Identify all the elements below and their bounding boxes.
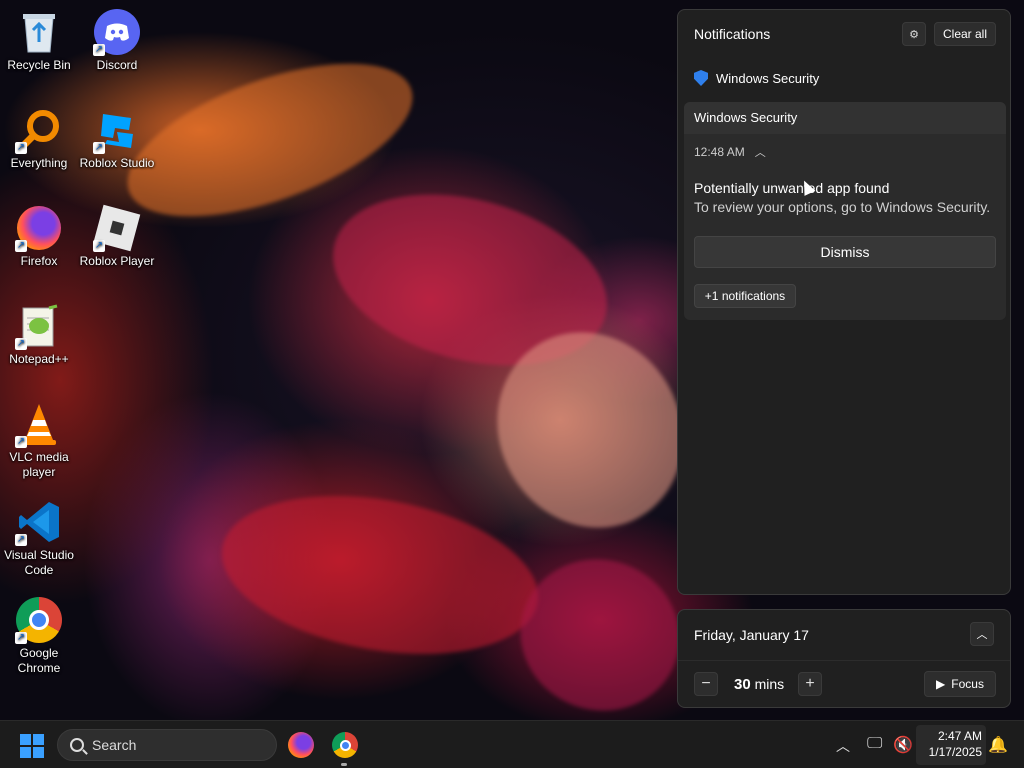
- calendar-date: Friday, January 17: [694, 627, 809, 643]
- desktop-icon-label: Firefox: [20, 254, 58, 268]
- notification-title: Potentially unwanted app found: [694, 180, 890, 196]
- search-icon: [70, 738, 84, 752]
- shortcut-arrow-icon: ↗: [93, 44, 105, 56]
- desktop-icon-label: Roblox Player: [79, 254, 155, 268]
- divider: [678, 660, 1010, 661]
- desktop-icon-label: Recycle Bin: [7, 58, 71, 72]
- windows-logo-icon: [20, 734, 31, 745]
- desktop-icon-everything[interactable]: ↗ Everything: [0, 106, 78, 171]
- show-hidden-icons-chevron-icon[interactable]: ︿: [836, 736, 850, 756]
- clear-all-button[interactable]: Clear all: [934, 22, 996, 46]
- desktop-icon-label: Visual Studio Code: [4, 548, 74, 577]
- desktop-icon-label: VLC media player: [9, 450, 69, 479]
- everything-search-icon: ↗: [15, 106, 63, 154]
- clock-time: 2:47 AM: [937, 729, 982, 743]
- notification-time-row: 12:48 AM ︿: [694, 144, 766, 160]
- roblox-studio-icon: ↗: [93, 106, 141, 154]
- start-button[interactable]: [20, 734, 44, 758]
- focus-button[interactable]: ▶ Focus: [924, 671, 996, 697]
- shortcut-arrow-icon: ↗: [15, 240, 27, 252]
- vlc-cone-icon: ↗: [15, 400, 63, 448]
- notification-bell-icon[interactable]: 🔔: [988, 735, 1008, 755]
- focus-button-label: Focus: [951, 677, 984, 691]
- chrome-center: [339, 739, 351, 751]
- discord-icon: ↗: [93, 8, 141, 56]
- volume-muted-icon[interactable]: 🔇: [893, 735, 913, 755]
- dismiss-button[interactable]: Dismiss: [694, 236, 996, 268]
- windows-logo-icon: [33, 734, 44, 745]
- notification-settings-icon: ⚙: [909, 28, 919, 41]
- shortcut-arrow-icon: ↗: [93, 142, 105, 154]
- desktop-icon-roblox-studio[interactable]: ↗ Roblox Studio: [78, 106, 156, 171]
- shortcut-arrow-icon: ↗: [93, 240, 105, 252]
- taskbar-firefox-icon[interactable]: [288, 732, 314, 758]
- notification-app-group: Windows Security: [694, 70, 819, 86]
- search-label: Search: [92, 737, 137, 753]
- desktop-icon-recycle-bin[interactable]: Recycle Bin: [0, 8, 78, 73]
- notifications-title: Notifications: [694, 26, 771, 42]
- focus-duration-value: 30: [734, 676, 751, 693]
- desktop-icon-label: Notepad++: [9, 352, 69, 366]
- desktop-icon-vlc[interactable]: ↗ VLC media player: [0, 400, 78, 480]
- notification-time: 12:48 AM: [694, 145, 745, 159]
- shortcut-arrow-icon: ↗: [15, 142, 27, 154]
- notification-settings-button[interactable]: ⚙: [902, 22, 926, 46]
- notification-body: To review your options, go to Windows Se…: [694, 199, 991, 215]
- roblox-player-icon: ↗: [93, 204, 141, 252]
- chevron-up-icon: ︿: [976, 629, 988, 641]
- desktop-icon-label: Google Chrome: [17, 646, 61, 675]
- desktop-icon-roblox-player[interactable]: ↗ Roblox Player: [78, 204, 156, 269]
- desktop-icon-label: Discord: [96, 58, 138, 72]
- notification-card-header: Windows Security: [684, 102, 1006, 134]
- recycle-bin-icon: [15, 8, 63, 56]
- minus-icon: −: [701, 675, 711, 692]
- collapse-chevron-icon[interactable]: ︿: [755, 144, 766, 160]
- notification-card[interactable]: Windows Security 12:48 AM ︿ Potentially …: [684, 102, 1006, 320]
- desktop-icon-firefox[interactable]: ↗ Firefox: [0, 204, 78, 269]
- calendar-expand-button[interactable]: ︿: [970, 622, 994, 646]
- taskbar-search[interactable]: Search: [57, 729, 277, 761]
- shortcut-arrow-icon: ↗: [15, 632, 27, 644]
- network-icon[interactable]: 🖵: [867, 735, 882, 753]
- focus-decrease-button[interactable]: −: [694, 672, 718, 696]
- desktop-icon-google-chrome[interactable]: ↗ Google Chrome: [0, 596, 78, 676]
- windows-logo-icon: [33, 747, 44, 758]
- chrome-icon: ↗: [15, 596, 63, 644]
- focus-duration-unit: mins: [754, 676, 785, 692]
- notepad-plus-plus-icon: ↗: [15, 302, 63, 350]
- notification-center: Notifications ⚙ Clear all Windows Securi…: [677, 9, 1011, 595]
- taskbar-clock[interactable]: 2:47 AM 1/17/2025: [918, 728, 982, 760]
- windows-logo-icon: [20, 747, 31, 758]
- play-icon: ▶: [936, 677, 946, 691]
- desktop-icon-vscode[interactable]: ↗ Visual Studio Code: [0, 498, 78, 578]
- desktop-icon-discord[interactable]: ↗ Discord: [78, 8, 156, 73]
- clock-date: 1/17/2025: [928, 745, 982, 759]
- shortcut-arrow-icon: ↗: [15, 436, 27, 448]
- focus-increase-button[interactable]: +: [798, 672, 822, 696]
- windows-security-shield-icon: [694, 70, 708, 86]
- focus-duration: 30 mins: [734, 676, 784, 693]
- plus-icon: +: [805, 675, 815, 692]
- vscode-icon: ↗: [15, 498, 63, 546]
- taskbar: Search ︿ 🖵 🔇 2:47 AM 1/17/2025 🔔: [0, 720, 1024, 768]
- calendar-focus-panel: Friday, January 17 ︿ − 30 mins + ▶ Focus: [677, 609, 1011, 708]
- active-app-indicator: [341, 763, 347, 766]
- shortcut-arrow-icon: ↗: [15, 534, 27, 546]
- desktop-icon-label: Roblox Studio: [79, 156, 155, 170]
- firefox-icon: ↗: [15, 204, 63, 252]
- desktop-icon-notepad-plus-plus[interactable]: ↗ Notepad++: [0, 302, 78, 367]
- notification-app-name: Windows Security: [716, 70, 820, 86]
- shortcut-arrow-icon: ↗: [15, 338, 27, 350]
- more-notifications-button[interactable]: +1 notifications: [694, 284, 796, 308]
- desktop-icon-label: Everything: [10, 156, 68, 170]
- taskbar-chrome-icon[interactable]: [332, 732, 358, 758]
